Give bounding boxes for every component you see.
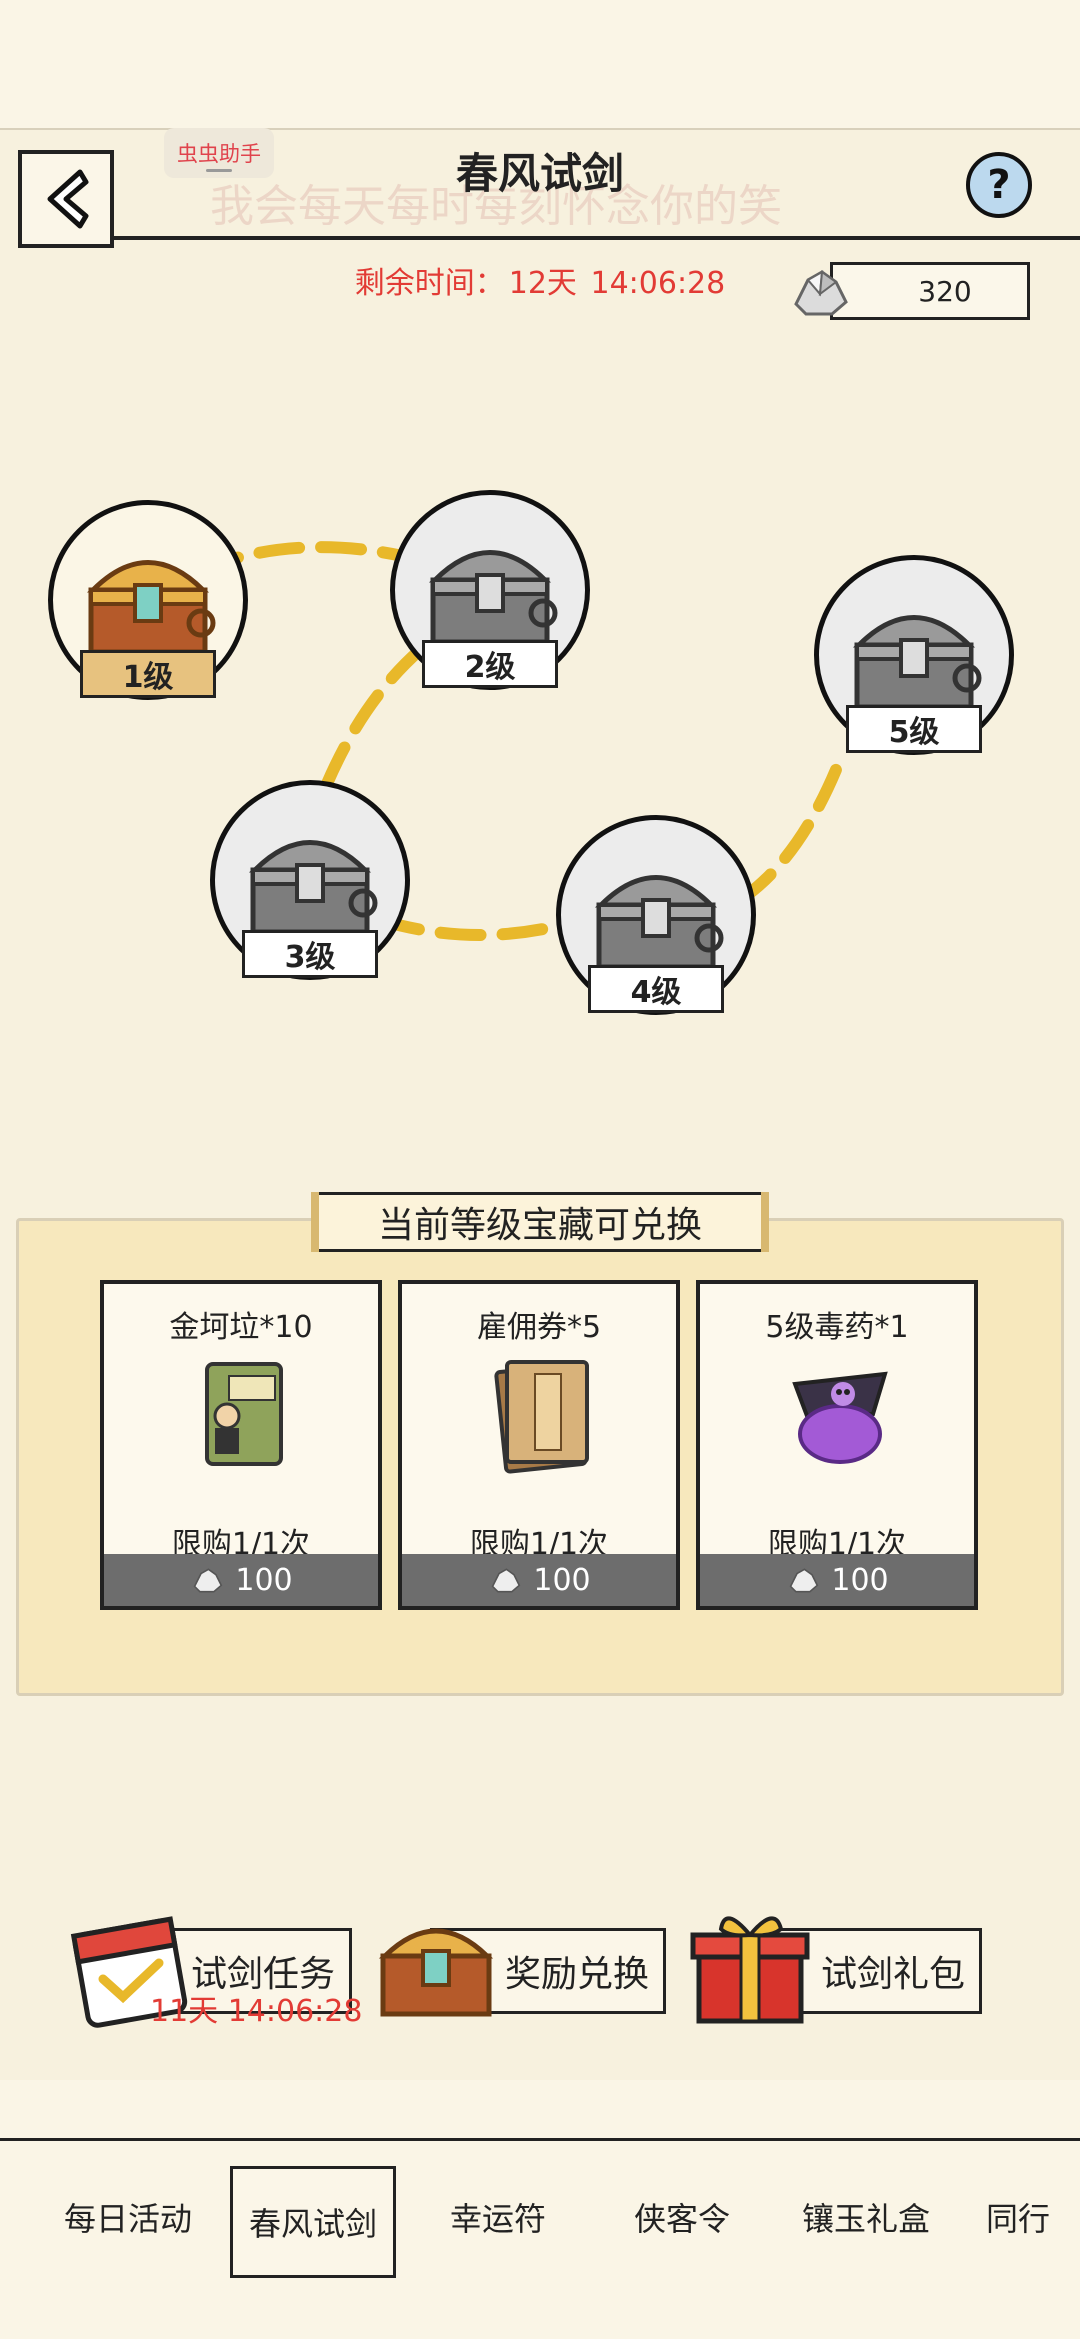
sword-task-timer: 11天 14:06:28 <box>150 1994 363 2029</box>
item-price: 100 <box>533 1562 591 1598</box>
exchange-panel-title: 当前等级宝藏可兑换 <box>311 1192 769 1252</box>
item-price: 100 <box>831 1562 889 1598</box>
item-name: 金坷垃*10 <box>169 1310 313 1345</box>
level-label: 5级 <box>846 705 982 753</box>
item-price-bar: 100 <box>700 1554 974 1606</box>
level-1-chest[interactable]: 1级 <box>48 500 248 700</box>
nav-divider <box>0 2138 1080 2141</box>
nav-tab-lucky-charm[interactable]: 幸运符 <box>450 2194 546 2240</box>
item-price-bar: 100 <box>402 1554 676 1606</box>
fertilizer-bag-icon <box>205 1362 283 1466</box>
level-label: 1级 <box>80 650 216 698</box>
level-3-chest[interactable]: 3级 <box>210 780 410 980</box>
level-4-chest[interactable]: 4级 <box>556 815 756 1015</box>
locked-chest-icon <box>428 550 558 645</box>
exchange-item-card[interactable]: 5级毒药*1 限购1/1次 100 <box>696 1280 978 1610</box>
level-label: 2级 <box>422 640 558 688</box>
level-label: 4级 <box>588 965 724 1013</box>
reward-exchange-label: 奖励兑换 <box>504 1954 649 1995</box>
reward-exchange-button[interactable]: 奖励兑换 <box>378 1928 666 2017</box>
nav-tab-daily[interactable]: 每日活动 <box>64 2194 192 2240</box>
sword-gift-pack-button[interactable]: 试剑礼包 <box>690 1916 982 2024</box>
item-name: 雇佣券*5 <box>476 1310 602 1345</box>
level-5-chest[interactable]: 5级 <box>814 555 1014 755</box>
item-price: 100 <box>235 1562 293 1598</box>
nav-tab-sword-trial[interactable]: 春风试剑 <box>230 2166 396 2278</box>
level-label: 3级 <box>242 930 378 978</box>
item-name: 5级毒药*1 <box>765 1310 909 1345</box>
sword-gift-pack-label: 试剑礼包 <box>820 1954 965 1995</box>
exchange-item-card[interactable]: 金坷垃*10 限购1/1次 100 <box>100 1280 382 1610</box>
locked-chest-icon <box>852 615 982 710</box>
nav-tab-jade-box[interactable]: 镶玉礼盒 <box>802 2194 930 2240</box>
treasure-chest-icon <box>378 1928 494 2017</box>
gold-chest-icon <box>86 560 216 655</box>
poison-bag-icon <box>792 1371 888 1464</box>
scroll-ticket-icon <box>494 1360 589 1474</box>
exchange-item-card[interactable]: 雇佣券*5 限购1/1次 100 <box>398 1280 680 1610</box>
gift-box-icon <box>690 1916 810 2024</box>
nav-tab-companion[interactable]: 同行 <box>986 2194 1050 2240</box>
locked-chest-icon <box>594 875 724 970</box>
silver-ore-icon <box>491 1568 521 1593</box>
silver-ore-icon <box>193 1568 223 1593</box>
level-2-chest[interactable]: 2级 <box>390 490 590 690</box>
locked-chest-icon <box>248 840 378 935</box>
silver-ore-icon <box>789 1568 819 1593</box>
nav-tab-hero-token[interactable]: 侠客令 <box>634 2194 730 2240</box>
item-price-bar: 100 <box>104 1554 378 1606</box>
